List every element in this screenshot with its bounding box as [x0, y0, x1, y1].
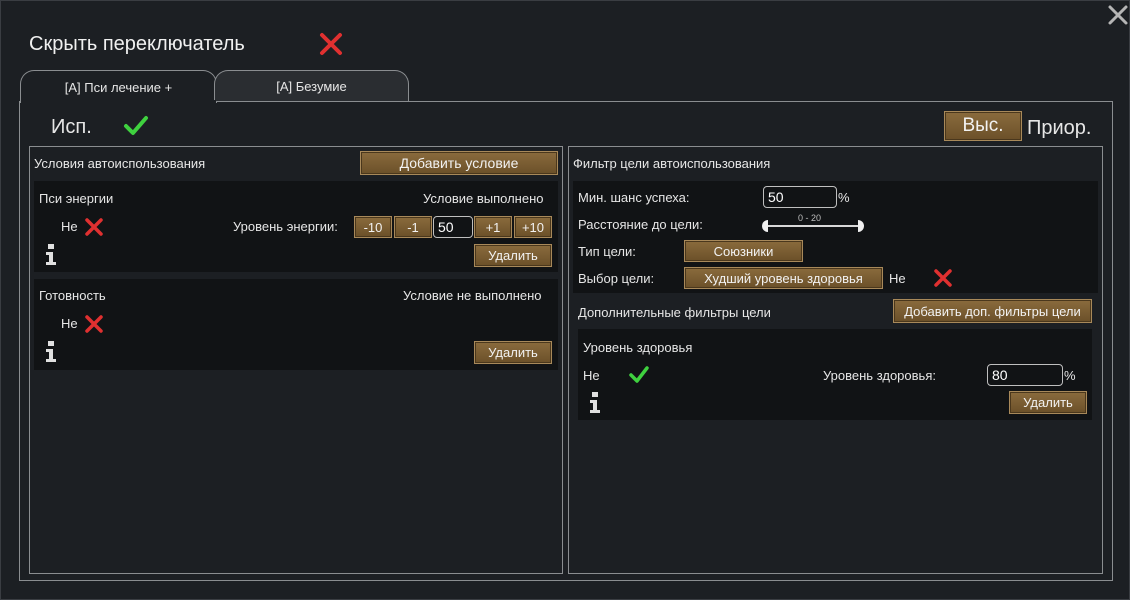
not-cross-icon[interactable] [84, 217, 104, 237]
tab-madness[interactable]: [A] Безумие [214, 70, 409, 102]
step-plus-1-button[interactable]: +1 [474, 216, 512, 238]
priority-high-button[interactable]: Выс. [944, 111, 1022, 141]
autocast-window: Скрыть переключатель [A] Пси лечение + [… [0, 0, 1130, 600]
condition-name: Готовность [39, 288, 106, 303]
step-minus-1-button[interactable]: -1 [394, 216, 432, 238]
add-extra-filter-button[interactable]: Добавить доп. фильтры цели [893, 299, 1092, 323]
min-chance-percent: % [838, 190, 850, 205]
not-label: Не [61, 316, 78, 331]
energy-value-input[interactable]: 50 [433, 216, 473, 238]
info-icon[interactable] [588, 392, 602, 414]
condition-status: Условие не выполнено [403, 288, 542, 303]
health-filter-name: Уровень здоровья [583, 340, 693, 355]
target-filter-title: Фильтр цели автоиспользования [573, 156, 771, 171]
condition-name: Пси энергии [39, 191, 114, 206]
hide-toggle-title: Скрыть переключатель [29, 33, 245, 55]
health-level-input[interactable]: 80 [987, 364, 1063, 386]
hide-toggle-cross-icon[interactable] [319, 32, 343, 56]
min-chance-label: Мин. шанс успеха: [578, 190, 690, 205]
priority-label: Приор. [1027, 117, 1092, 139]
not-label: Не [61, 219, 78, 234]
condition-status: Условие выполнено [423, 191, 544, 206]
step-plus-10-button[interactable]: +10 [514, 216, 552, 238]
info-icon[interactable] [44, 341, 58, 363]
close-window-icon[interactable] [1107, 4, 1129, 26]
health-not-check-icon[interactable] [628, 365, 650, 385]
target-type-label: Тип цели: [578, 244, 636, 259]
target-select-cross-icon[interactable] [933, 268, 953, 288]
distance-label: Расстояние до цели: [578, 217, 703, 232]
delete-condition-button[interactable]: Удалить [474, 341, 552, 364]
distance-range-slider[interactable] [761, 218, 865, 234]
health-level-percent: % [1064, 368, 1076, 383]
energy-level-label: Уровень энергии: [233, 219, 338, 234]
extra-filters-title: Дополнительные фильтры цели [578, 305, 771, 320]
delete-health-filter-button[interactable]: Удалить [1009, 391, 1087, 414]
conditions-title: Условия автоиспользования [34, 156, 206, 171]
health-level-label: Уровень здоровья: [823, 368, 936, 383]
target-select-label: Выбор цели: [578, 271, 655, 286]
tab-psi-heal[interactable]: [A] Пси лечение + [20, 70, 217, 103]
min-chance-input[interactable]: 50 [763, 186, 837, 208]
info-icon[interactable] [44, 244, 58, 266]
add-condition-button[interactable]: Добавить условие [360, 151, 558, 175]
step-minus-10-button[interactable]: -10 [354, 216, 392, 238]
use-label: Исп. [51, 116, 92, 138]
use-check-icon[interactable] [123, 115, 149, 137]
target-select-button[interactable]: Худший уровень здоровья [684, 267, 883, 289]
not-cross-icon[interactable] [84, 314, 104, 334]
target-type-button[interactable]: Союзники [684, 240, 803, 262]
target-select-not-label: Не [889, 271, 906, 286]
delete-condition-button[interactable]: Удалить [474, 244, 552, 267]
health-not-label: Не [583, 368, 600, 383]
